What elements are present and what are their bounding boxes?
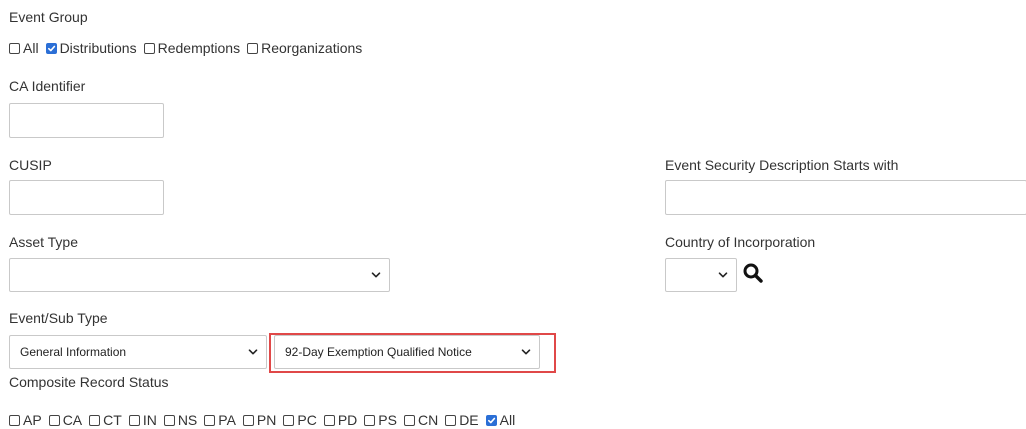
checkbox-unchecked[interactable] <box>242 414 254 426</box>
checkbox-unchecked[interactable] <box>89 414 101 426</box>
checkbox-label: IN <box>142 412 157 428</box>
cusip-label: CUSIP <box>9 157 52 173</box>
checkbox-all[interactable]: All <box>9 40 39 56</box>
checkbox-unchecked[interactable] <box>204 414 216 426</box>
checkbox-unchecked[interactable] <box>9 414 20 426</box>
asset-type-select[interactable] <box>9 258 390 292</box>
checkbox-label: PA <box>218 412 236 428</box>
checkbox-label: DE <box>459 412 479 428</box>
checkbox-unchecked[interactable] <box>9 42 20 54</box>
checkbox-de[interactable]: DE <box>445 412 479 428</box>
checkbox-redemptions[interactable]: Redemptions <box>143 40 241 56</box>
checkbox-unchecked[interactable] <box>364 414 376 426</box>
checkbox-pd[interactable]: PD <box>323 412 358 428</box>
chevron-down-icon <box>718 270 728 280</box>
checkbox-ct[interactable]: CT <box>89 412 122 428</box>
checkbox-label: Reorganizations <box>261 40 363 56</box>
event-sub-type-label: Event/Sub Type <box>9 310 108 326</box>
checkbox-label: CN <box>417 412 439 428</box>
checkbox-ns[interactable]: NS <box>163 412 198 428</box>
checkbox-label: Distributions <box>59 40 137 56</box>
sub-type-select[interactable]: 92-Day Exemption Qualified Notice <box>274 335 540 369</box>
checkbox-label: Redemptions <box>157 40 241 56</box>
checkbox-unchecked[interactable] <box>163 414 175 426</box>
checkbox-label: CA <box>62 412 83 428</box>
checkbox-checked[interactable] <box>45 42 57 54</box>
checkbox-unchecked[interactable] <box>403 414 415 426</box>
event-group-checkboxes: All Distributions Redemptions Reorganizatio… <box>9 40 369 56</box>
event-type-select[interactable]: General Information <box>9 335 267 369</box>
country-of-incorporation-select[interactable] <box>665 258 737 292</box>
country-of-incorporation-label: Country of Incorporation <box>665 234 816 250</box>
ca-identifier-label: CA Identifier <box>9 78 86 94</box>
composite-record-status-label: Composite Record Status <box>9 374 169 390</box>
cusip-input[interactable] <box>9 180 164 215</box>
event-type-selected-value: General Information <box>20 345 127 359</box>
search-icon[interactable] <box>742 262 764 284</box>
checkbox-ps[interactable]: PS <box>364 412 397 428</box>
checkbox-label: PD <box>337 412 358 428</box>
chevron-down-icon <box>371 270 381 280</box>
asset-type-label: Asset Type <box>9 234 79 250</box>
checkbox-label: PC <box>297 412 317 428</box>
sub-type-selected-value: 92-Day Exemption Qualified Notice <box>285 345 472 359</box>
checkbox-unchecked[interactable] <box>445 414 457 426</box>
check-icon <box>487 417 495 423</box>
checkbox-label: PS <box>378 412 397 428</box>
checkbox-unchecked[interactable] <box>128 414 140 426</box>
checkbox-unchecked[interactable] <box>323 414 335 426</box>
checkbox-all[interactable]: All <box>485 412 516 428</box>
checkbox-unchecked[interactable] <box>143 42 155 54</box>
checkbox-checked[interactable] <box>485 414 497 426</box>
checkbox-ap[interactable]: AP <box>9 412 42 428</box>
check-icon <box>47 45 55 51</box>
checkbox-label: CT <box>103 412 122 428</box>
event-security-description-input[interactable] <box>665 180 1026 215</box>
checkbox-pn[interactable]: PN <box>242 412 277 428</box>
checkbox-label: All <box>23 40 39 56</box>
checkbox-label: AP <box>23 412 42 428</box>
chevron-down-icon <box>521 347 531 357</box>
checkbox-reorganizations[interactable]: Reorganizations <box>247 40 362 56</box>
chevron-down-icon <box>248 347 258 357</box>
checkbox-pa[interactable]: PA <box>204 412 236 428</box>
checkbox-label: NS <box>177 412 198 428</box>
checkbox-ca[interactable]: CA <box>48 412 83 428</box>
event-group-label: Event Group <box>9 9 88 25</box>
checkbox-unchecked[interactable] <box>247 42 259 54</box>
ca-identifier-input[interactable] <box>9 103 164 138</box>
composite-record-status-checkboxes: AP CA CT IN NS PA PN PC PD PS CN DE All <box>9 412 522 428</box>
checkbox-cn[interactable]: CN <box>403 412 439 428</box>
checkbox-distributions[interactable]: Distributions <box>45 40 137 56</box>
checkbox-pc[interactable]: PC <box>283 412 317 428</box>
event-security-description-label: Event Security Description Starts with <box>665 157 899 173</box>
checkbox-in[interactable]: IN <box>128 412 157 428</box>
checkbox-unchecked[interactable] <box>283 414 295 426</box>
checkbox-label: PN <box>256 412 277 428</box>
checkbox-label: All <box>499 412 516 428</box>
checkbox-unchecked[interactable] <box>48 414 60 426</box>
